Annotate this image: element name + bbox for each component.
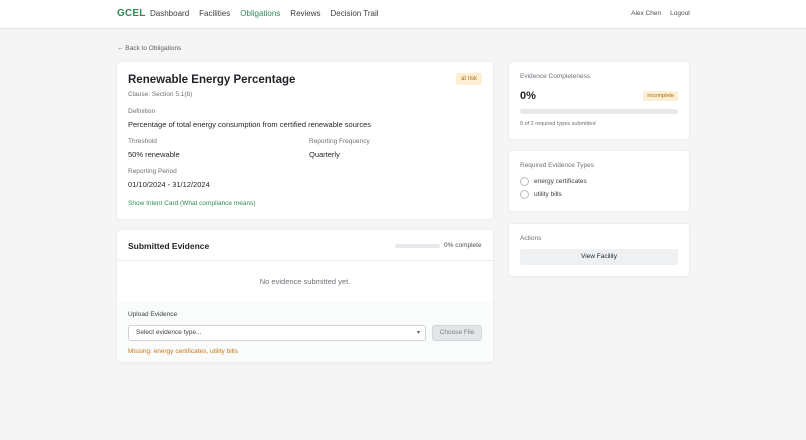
evidence-completeness-label: Evidence Completeness: [520, 73, 591, 80]
submitted-evidence-card: Submitted Evidence 0% complete No eviden…: [117, 230, 493, 362]
actions-label: Actions: [520, 235, 542, 242]
upload-evidence-label: Upload Evidence: [128, 311, 178, 318]
chevron-down-icon: ▾: [416, 330, 420, 336]
required-type-item: energy certificates: [520, 177, 587, 186]
nav-item-reviews[interactable]: Reviews: [290, 9, 320, 18]
divider: [117, 260, 493, 261]
required-types-count: 0 of 2 required types submitted: [520, 121, 596, 127]
completeness-progress-bar: [520, 109, 678, 114]
frequency-label: Reporting Frequency: [309, 138, 370, 145]
nav-item-dashboard[interactable]: Dashboard: [150, 9, 189, 18]
back-to-obligations-link[interactable]: ← Back to Obligations: [117, 45, 181, 52]
status-badge: at risk: [455, 73, 482, 85]
nav-item-obligations[interactable]: Obligations: [240, 9, 280, 18]
show-intent-card-link[interactable]: Show Intent Card (What compliance means): [128, 200, 256, 207]
required-evidence-types-label: Required Evidence Types: [520, 162, 594, 169]
evidence-progress-text: 0% complete: [444, 242, 482, 249]
definition-value: Percentage of total energy consumption f…: [128, 120, 372, 129]
upload-evidence-section: Upload Evidence Select evidence type... …: [117, 302, 493, 362]
view-facility-button[interactable]: View Facility: [520, 249, 678, 265]
top-nav-bar: GCEL Dashboard Facilities Obligations Re…: [0, 0, 806, 29]
nav-item-decision-trail[interactable]: Decision Trail: [331, 9, 379, 18]
user-menu: Alex Chen Logout: [631, 10, 690, 17]
obligation-title: Renewable Energy Percentage: [128, 74, 296, 86]
evidence-type-select[interactable]: Select evidence type... ▾: [128, 325, 426, 341]
missing-evidence-text: Missing: energy certificates, utility bi…: [128, 348, 238, 355]
logout-link[interactable]: Logout: [670, 10, 690, 17]
unchecked-circle-icon: [520, 177, 529, 186]
required-evidence-types-card: Required Evidence Types energy certifica…: [509, 151, 689, 211]
clause-reference: Clause: Section 5.1(b): [128, 91, 193, 98]
completeness-percent: 0%: [520, 90, 536, 102]
user-name: Alex Chen: [631, 10, 662, 17]
evidence-progress-bar: [395, 244, 440, 248]
evidence-completeness-card: Evidence Completeness 0% incomplete 0 of…: [509, 62, 689, 139]
completeness-status-badge: incomplete: [643, 91, 678, 101]
threshold-value: 50% renewable: [128, 150, 180, 159]
unchecked-circle-icon: [520, 190, 529, 199]
brand-logo[interactable]: GCEL: [117, 8, 146, 19]
period-label: Reporting Period: [128, 168, 177, 175]
empty-evidence-message: No evidence submitted yet.: [259, 277, 351, 286]
period-value: 01/10/2024 - 31/12/2024: [128, 180, 210, 189]
obligation-detail-card: Renewable Energy Percentage at risk Clau…: [117, 62, 493, 219]
threshold-label: Threshold: [128, 138, 157, 145]
frequency-value: Quarterly: [309, 150, 340, 159]
main-nav: Dashboard Facilities Obligations Reviews…: [150, 9, 379, 18]
actions-card: Actions View Facility: [509, 224, 689, 276]
definition-label: Definition: [128, 108, 156, 115]
required-type-label: utility bills: [534, 191, 562, 198]
required-type-item: utility bills: [520, 190, 562, 199]
evidence-type-select-value: Select evidence type...: [136, 329, 202, 336]
nav-item-facilities[interactable]: Facilities: [199, 9, 230, 18]
choose-file-button[interactable]: Choose File: [432, 325, 482, 341]
submitted-evidence-title: Submitted Evidence: [128, 241, 210, 251]
required-type-label: energy certificates: [534, 178, 587, 185]
